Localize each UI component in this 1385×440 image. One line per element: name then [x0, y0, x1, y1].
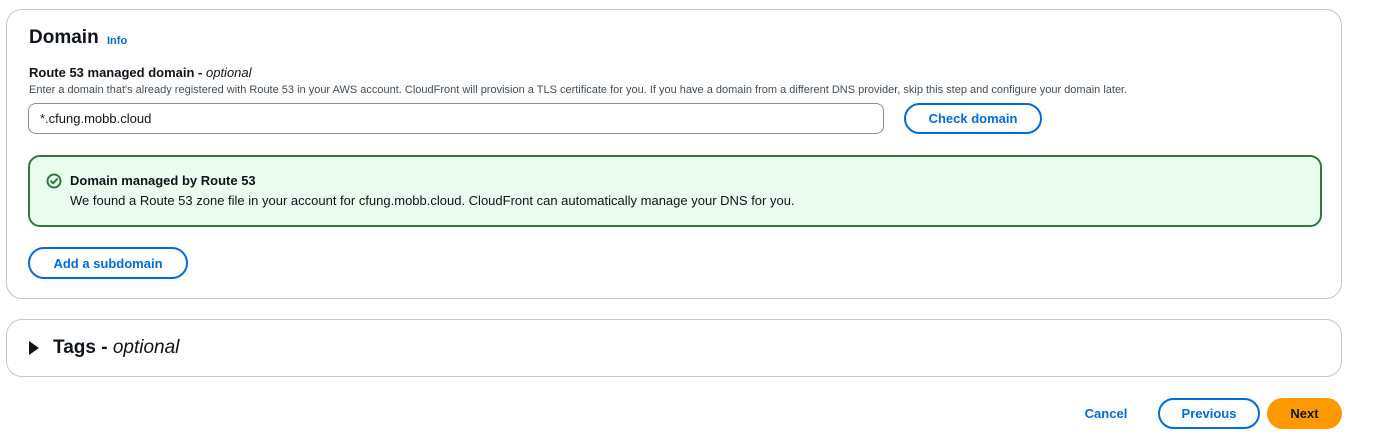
- route53-field-label-optional: optional: [205, 65, 252, 80]
- tags-title-text: Tags -: [53, 337, 113, 358]
- tags-panel[interactable]: Tags - optional: [6, 319, 1342, 377]
- domain-input[interactable]: [28, 103, 884, 134]
- route53-field-description: Enter a domain that's already registered…: [29, 84, 1128, 96]
- domain-panel: Domain Info Route 53 managed domain - op…: [6, 9, 1342, 299]
- cancel-button[interactable]: Cancel: [1070, 398, 1142, 428]
- route53-success-alert: Domain managed by Route 53 We found a Ro…: [28, 155, 1322, 227]
- domain-section-title: Domain: [29, 27, 99, 48]
- check-domain-button[interactable]: Check domain: [904, 103, 1042, 134]
- previous-button[interactable]: Previous: [1158, 398, 1260, 429]
- info-link[interactable]: Info: [107, 35, 127, 47]
- check-circle-icon: [46, 173, 62, 189]
- tags-title-optional: optional: [112, 337, 180, 358]
- route53-field-label: Route 53 managed domain - optional: [29, 65, 252, 80]
- alert-body: We found a Route 53 zone file in your ac…: [70, 193, 795, 208]
- add-subdomain-button[interactable]: Add a subdomain: [28, 247, 188, 279]
- alert-title: Domain managed by Route 53: [70, 173, 256, 188]
- tags-section-title[interactable]: Tags - optional: [53, 337, 179, 359]
- next-button[interactable]: Next: [1267, 398, 1342, 429]
- route53-field-label-text: Route 53 managed domain -: [29, 65, 206, 80]
- caret-right-icon[interactable]: [29, 341, 39, 355]
